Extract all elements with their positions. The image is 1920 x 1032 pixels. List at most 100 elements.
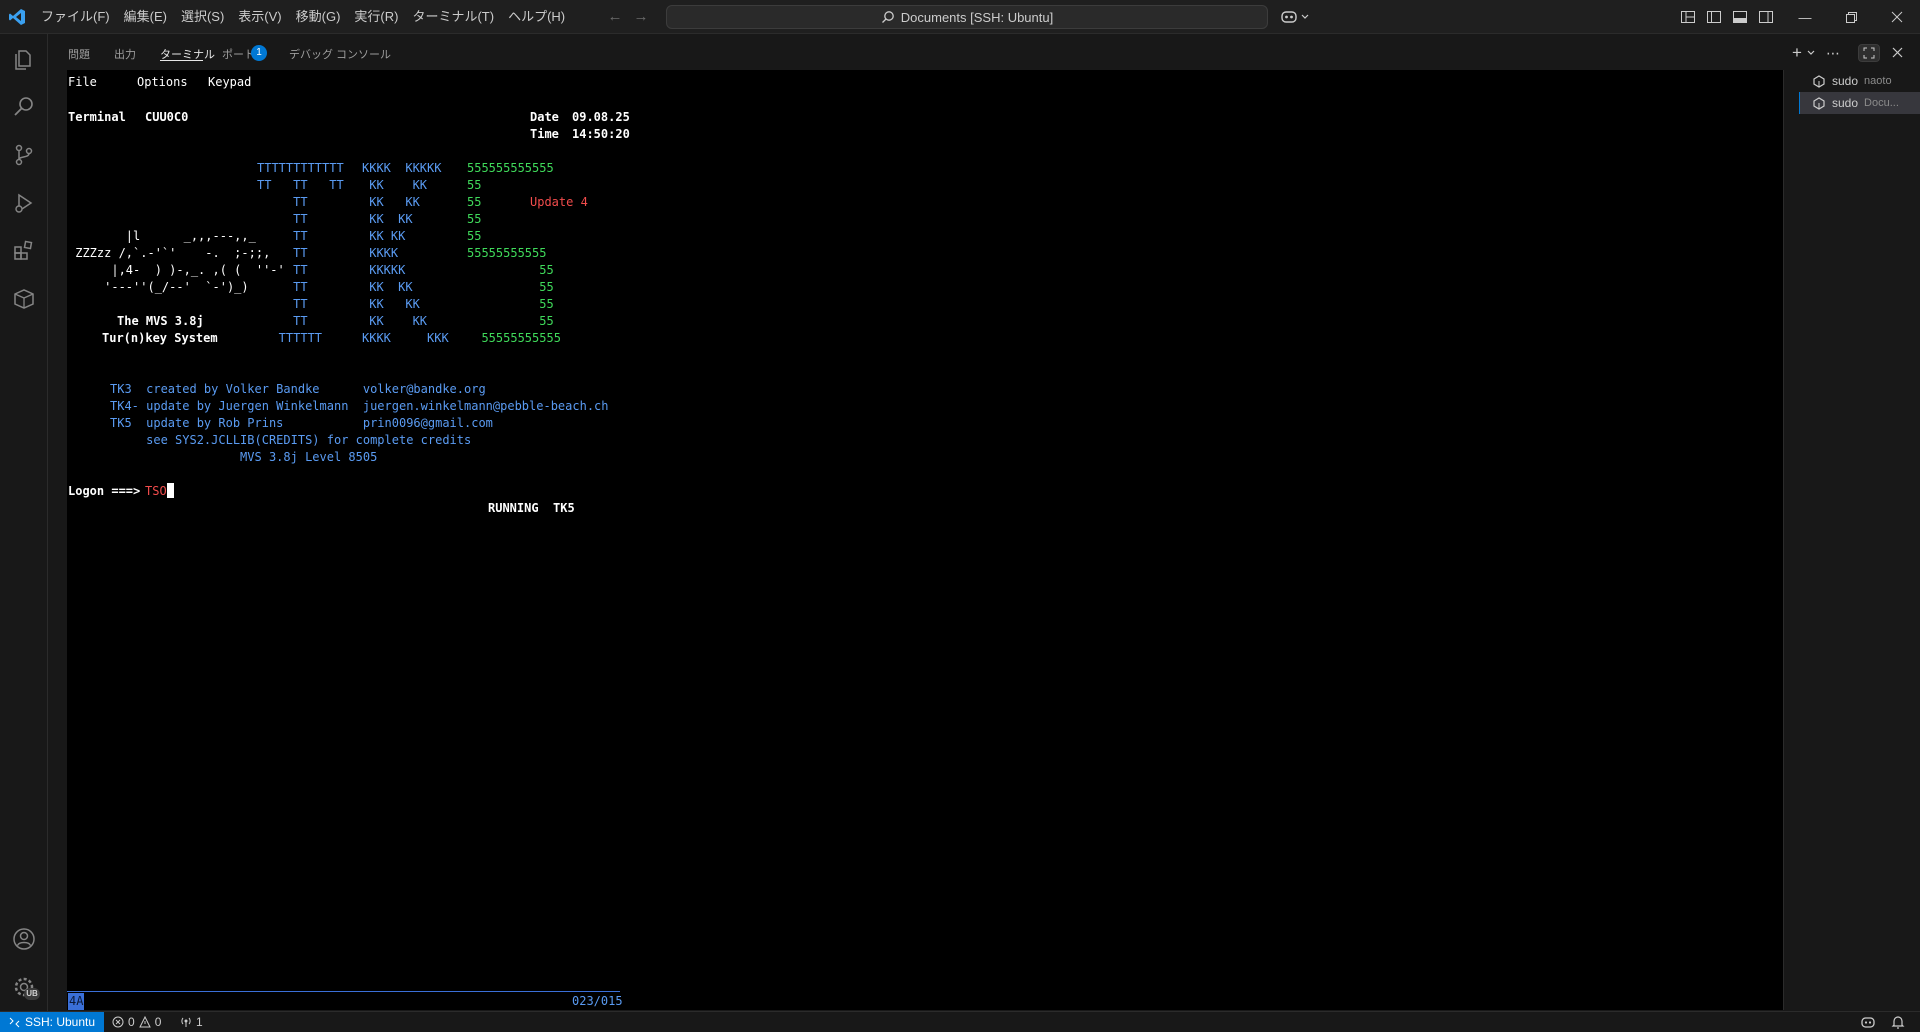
tab-output[interactable]: 出力 xyxy=(114,46,136,62)
tab-ports[interactable]: ポート xyxy=(222,46,255,62)
remote-indicator[interactable]: SSH: Ubuntu xyxy=(0,1012,104,1032)
time-label: Time xyxy=(530,127,559,141)
radio-tower-icon xyxy=(181,1017,191,1027)
banner-k-line: KK KK xyxy=(362,229,406,243)
terminal-label: Terminal xyxy=(68,110,126,124)
banner-tk-line: TT xyxy=(257,195,308,209)
menu-terminal[interactable]: ターミナル(T) xyxy=(405,0,501,34)
date-label: Date xyxy=(530,110,559,124)
problems-status[interactable]: 0 0 xyxy=(112,1012,161,1032)
terminal-scrollbar[interactable] xyxy=(1783,70,1797,1010)
banner-k-line: KKKK xyxy=(362,246,399,260)
maximize-icon xyxy=(1863,47,1875,59)
terminal-tabs-list: sudo naoto sudo Docu... xyxy=(1799,70,1920,1010)
ports-count-badge: 1 xyxy=(251,45,267,61)
tab-problems[interactable]: 問題 xyxy=(68,46,90,62)
terminal-tab-item[interactable]: sudo Docu... xyxy=(1799,92,1920,114)
customize-layout-icon[interactable] xyxy=(1680,9,1696,25)
minimize-button[interactable]: — xyxy=(1782,0,1828,34)
banner-5-line: 55 xyxy=(467,178,482,192)
menu-go[interactable]: 移動(G) xyxy=(289,0,348,34)
close-window-button[interactable] xyxy=(1874,0,1920,34)
activity-bar: UB xyxy=(0,34,48,1011)
running-status: RUNNING TK5 xyxy=(488,501,575,515)
menu-view[interactable]: 表示(V) xyxy=(231,0,288,34)
restore-button[interactable] xyxy=(1828,0,1874,34)
close-icon xyxy=(1891,11,1903,23)
text-cursor xyxy=(167,483,174,498)
remote-label: SSH: Ubuntu xyxy=(25,1015,96,1029)
remote-explorer-icon[interactable] xyxy=(11,286,37,312)
account-icon[interactable] xyxy=(11,926,37,952)
arrow-left-icon[interactable]: ← xyxy=(606,8,624,26)
bell-icon[interactable] xyxy=(1890,1014,1906,1030)
menu-edit[interactable]: 編集(E) xyxy=(117,0,174,34)
update-label: Update 4 xyxy=(530,195,588,209)
menu-file[interactable]: ファイル(F) xyxy=(34,0,117,34)
tn3270-menu-file[interactable]: File xyxy=(68,74,97,91)
maximize-panel-button[interactable] xyxy=(1858,44,1880,62)
turnkey-art-line: |,4- ) )-,_. ,( ( ''-' xyxy=(68,263,285,277)
warning-icon xyxy=(138,1016,151,1028)
terminal-tab-desc: Docu... xyxy=(1864,97,1899,109)
terminal-tab-desc: naoto xyxy=(1864,75,1892,87)
tn3270-menu-keypad[interactable]: Keypad xyxy=(208,74,251,91)
copilot-button[interactable] xyxy=(1280,8,1314,26)
tn3270-menu-options[interactable]: Options xyxy=(137,74,188,91)
remote-icon xyxy=(9,1017,20,1027)
credits-line: MVS 3.8j Level 8505 xyxy=(110,450,378,464)
logon-prompt: Logon ===> xyxy=(68,484,141,498)
banner-k-line: KK KK xyxy=(362,314,428,328)
logon-input[interactable]: TSO xyxy=(145,483,167,500)
menu-help[interactable]: ヘルプ(H) xyxy=(501,0,572,34)
terminal-dropdown-chevron-icon[interactable] xyxy=(1804,44,1818,62)
banner-tk-line: TTTTTT xyxy=(257,331,323,345)
tab-debug-console[interactable]: デバッグ コンソール xyxy=(289,46,391,62)
more-actions-ellipsis-icon[interactable]: ⋯ xyxy=(1824,44,1842,62)
banner-5-line: 55 xyxy=(467,212,482,226)
copilot-status-icon[interactable] xyxy=(1860,1014,1876,1030)
banner-tk-line: TT xyxy=(257,314,308,328)
banner-k-line: KK KK xyxy=(362,297,420,311)
terminal-3270-screen[interactable]: File Options Keypad Terminal CUU0C0 Date… xyxy=(67,70,1783,1010)
banner-5-line: 55 xyxy=(467,195,482,209)
banner-5-line: 55555555555 xyxy=(467,331,561,345)
toggle-primary-sidebar-icon[interactable] xyxy=(1706,9,1722,25)
banner-5-line: 55 xyxy=(467,263,554,277)
terminal-tab-name: sudo xyxy=(1832,96,1859,110)
oia-indicator: 4A xyxy=(68,993,85,1010)
mvs-subtitle: Tur(n)key System xyxy=(102,331,218,345)
title-bar: ファイル(F) 編集(E) 選択(S) 表示(V) 移動(G) 実行(R) ター… xyxy=(0,0,1920,34)
menu-run[interactable]: 実行(R) xyxy=(347,0,405,34)
banner-k-line: KK KK xyxy=(362,212,413,226)
vscode-logo-icon xyxy=(9,9,25,25)
terminal-icon xyxy=(1813,97,1825,110)
banner-tk-line: TT xyxy=(257,212,308,226)
menu-selection[interactable]: 選択(S) xyxy=(174,0,231,34)
banner-5-line: 55 xyxy=(467,314,554,328)
menu-bar: ファイル(F) 編集(E) 選択(S) 表示(V) 移動(G) 実行(R) ター… xyxy=(34,0,572,34)
status-bar: SSH: Ubuntu 0 0 1 xyxy=(0,1011,1920,1032)
source-control-icon[interactable] xyxy=(11,142,37,168)
extensions-icon[interactable] xyxy=(11,238,37,264)
copilot-icon xyxy=(1281,11,1297,23)
close-panel-icon[interactable] xyxy=(1888,44,1906,62)
terminal-tab-item[interactable]: sudo naoto xyxy=(1799,70,1920,92)
operator-info-separator xyxy=(67,991,620,992)
error-icon xyxy=(112,1016,124,1028)
arrow-right-icon[interactable]: → xyxy=(632,8,650,26)
toggle-panel-icon[interactable] xyxy=(1732,9,1748,25)
forwarded-ports-status[interactable]: 1 xyxy=(180,1012,203,1032)
terminal-id: CUU0C0 xyxy=(145,110,189,124)
banner-tk-line: TT xyxy=(257,280,308,294)
explorer-icon[interactable] xyxy=(11,46,37,72)
run-debug-icon[interactable] xyxy=(11,190,37,216)
terminal-icon xyxy=(1813,75,1825,88)
banner-5-line: 55 xyxy=(467,297,554,311)
mvs-title: The MVS 3.8j xyxy=(117,314,204,328)
search-icon[interactable] xyxy=(11,94,37,120)
toggle-secondary-sidebar-icon[interactable] xyxy=(1758,9,1774,25)
banner-k-line: KK KK xyxy=(362,178,428,192)
cursor-position: 023/015 xyxy=(572,994,623,1008)
command-center[interactable]: Documents [SSH: Ubuntu] xyxy=(666,5,1268,29)
